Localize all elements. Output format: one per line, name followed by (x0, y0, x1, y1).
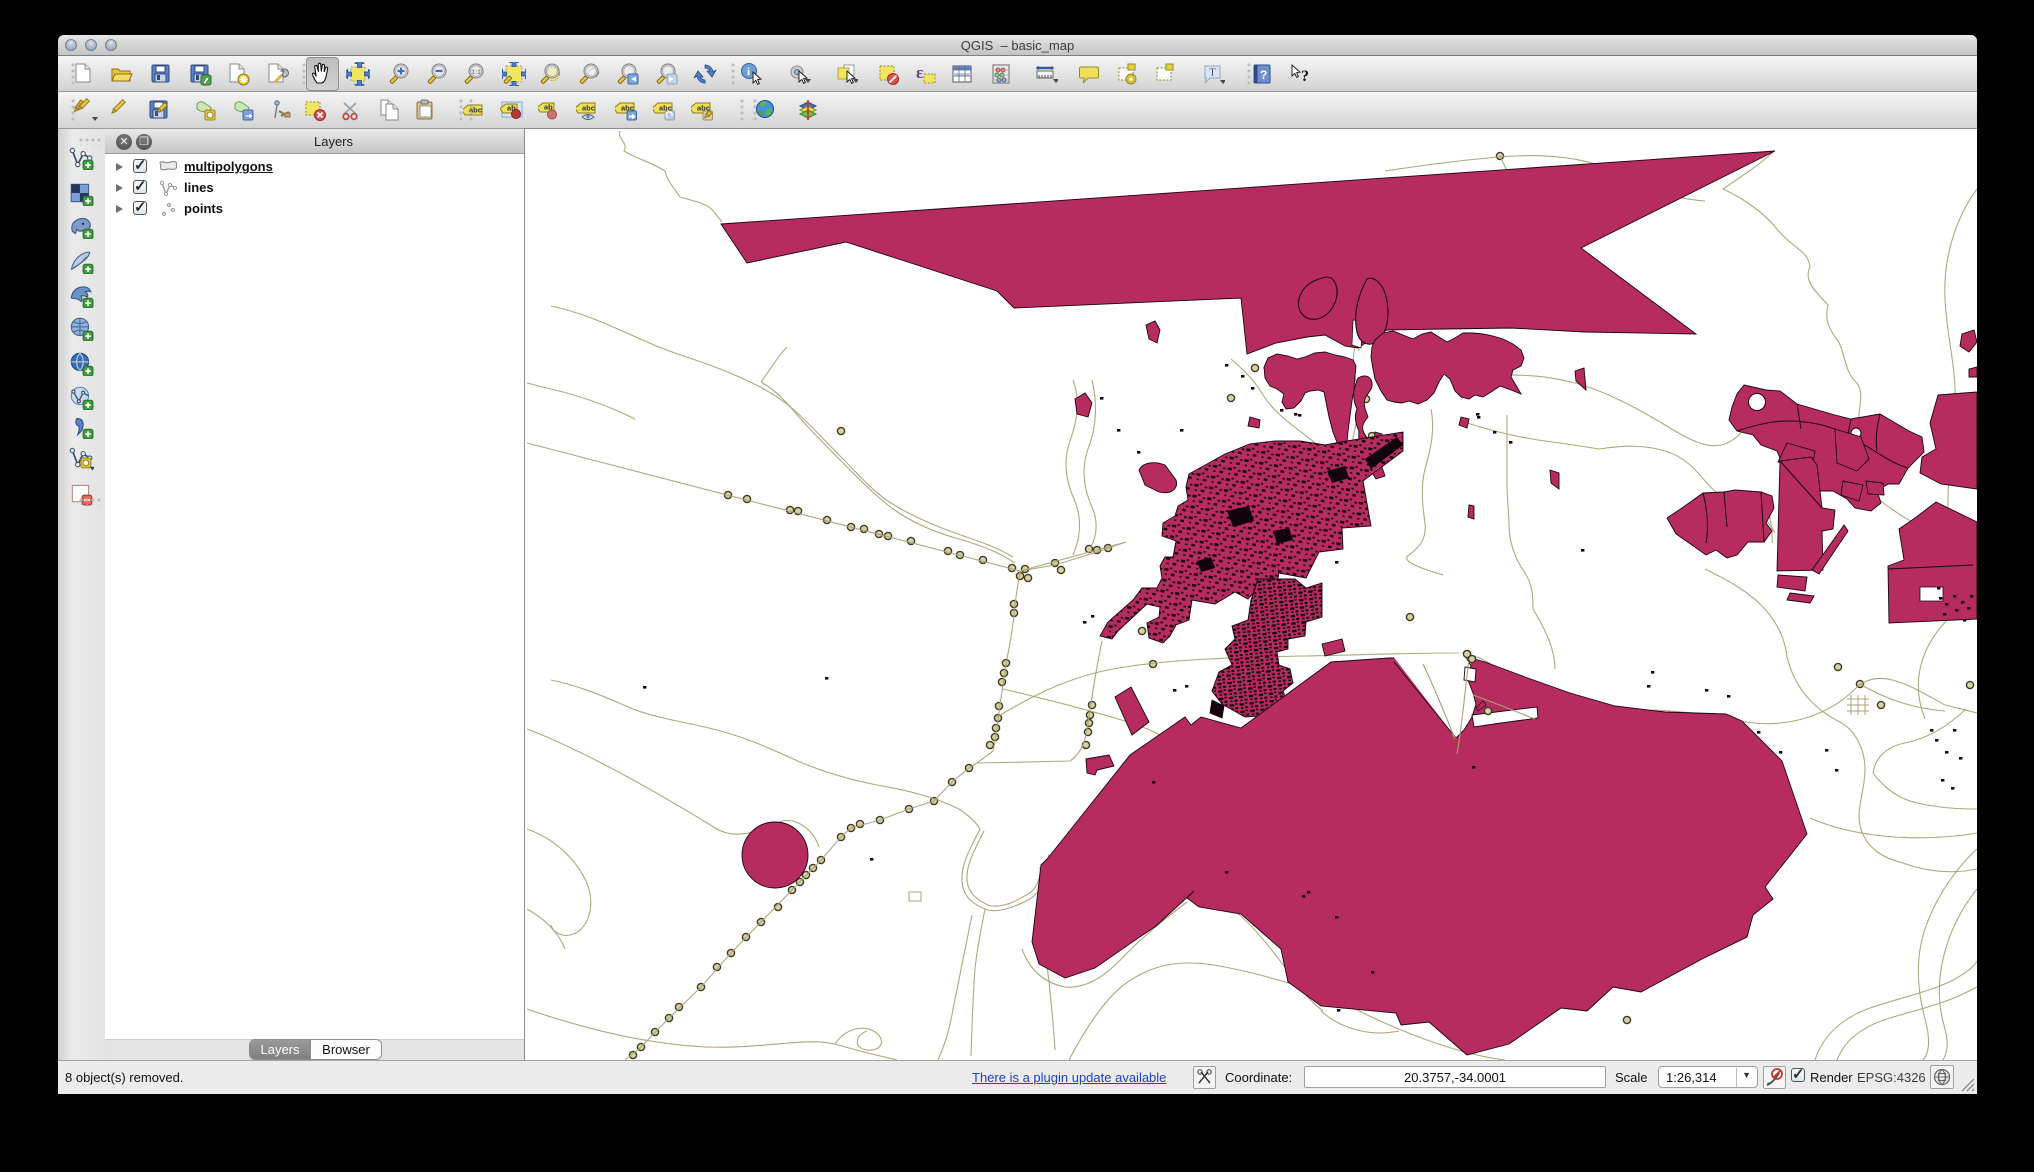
svg-text:abc: abc (582, 104, 595, 113)
svg-text:T: T (1210, 68, 1216, 79)
svg-text:ε: ε (916, 63, 923, 82)
svg-text:1:1: 1:1 (472, 69, 482, 76)
svg-text:?: ? (1260, 68, 1267, 82)
svg-text:?: ? (1301, 68, 1309, 85)
svg-text:i: i (747, 66, 750, 78)
